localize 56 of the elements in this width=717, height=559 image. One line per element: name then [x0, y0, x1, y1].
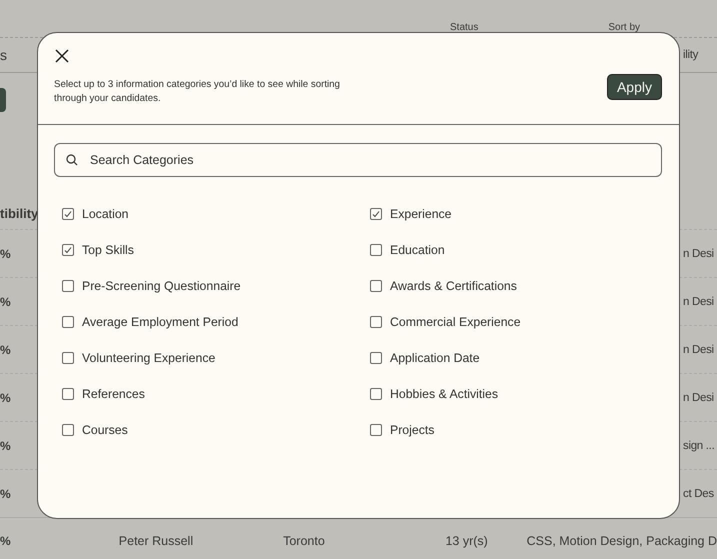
table-cell-text: n Desi	[683, 296, 715, 308]
column-header: s	[0, 47, 7, 63]
table-cell: %	[0, 294, 11, 308]
table-cell-text: Peter Russell	[118, 534, 194, 548]
category-label: Average Employment Period	[82, 315, 238, 329]
checkbox[interactable]	[370, 388, 382, 400]
table-cell-text: %	[0, 534, 12, 548]
category-label: Top Skills	[82, 243, 134, 257]
category-label: References	[82, 387, 145, 401]
category-label: Projects	[390, 423, 434, 437]
table-cell: CSS, Motion Design, Packaging D	[526, 534, 717, 548]
table-cell: %	[0, 438, 11, 452]
category-label: Commercial Experience	[390, 315, 521, 329]
table-cell-text: n Desi	[683, 392, 715, 404]
checkbox[interactable]	[62, 352, 74, 364]
checkbox[interactable]	[62, 388, 74, 400]
filter-label: Status	[450, 22, 478, 33]
column-header: tibility	[0, 206, 38, 223]
table-cell-text: sign ...	[683, 440, 716, 452]
table-cell: %	[0, 390, 11, 404]
tab-button[interactable]	[0, 88, 6, 112]
table-cell-text: n Desi	[683, 248, 715, 260]
checkbox[interactable]	[62, 316, 74, 328]
checkbox[interactable]	[370, 208, 382, 220]
column-header: ility	[683, 49, 700, 61]
table-cell-text: 13 yr(s)	[445, 534, 489, 548]
checkbox[interactable]	[370, 352, 382, 364]
close-icon[interactable]	[55, 49, 69, 63]
checkbox[interactable]	[370, 280, 382, 292]
apply-button[interactable]: Apply	[606, 74, 662, 100]
category-label: Hobbies & Activities	[390, 387, 498, 401]
checkbox[interactable]	[62, 244, 74, 256]
checkbox[interactable]	[370, 424, 382, 436]
checkbox[interactable]	[62, 280, 74, 292]
category-label: Courses	[82, 423, 128, 437]
search-field[interactable]: Search Categories	[54, 143, 662, 177]
category-label: Experience	[390, 207, 452, 221]
table-cell-text: Toronto	[283, 534, 326, 548]
table-cell: %	[0, 486, 11, 500]
table-cell-text: ct Des	[683, 488, 715, 500]
table-cell: %	[0, 342, 11, 356]
checkbox[interactable]	[62, 208, 74, 220]
instruction-text: Select up to 3 information categories you’d like to see while sorting through your candidates.	[54, 78, 341, 106]
search-icon	[66, 154, 78, 166]
filter-label: Sort by	[608, 22, 640, 33]
category-label: Education	[390, 243, 445, 257]
category-label: Pre-Screening Questionnaire	[82, 279, 241, 293]
category-label: Location	[82, 207, 128, 221]
category-label: Application Date	[390, 351, 480, 365]
category-label: Volunteering Experience	[82, 351, 216, 365]
table-cell-text: n Desi	[683, 344, 715, 356]
category-label: Awards & Certifications	[390, 279, 517, 293]
checkbox[interactable]	[370, 316, 382, 328]
checkbox[interactable]	[370, 244, 382, 256]
checkbox[interactable]	[62, 424, 74, 436]
table-cell: %	[0, 246, 11, 260]
